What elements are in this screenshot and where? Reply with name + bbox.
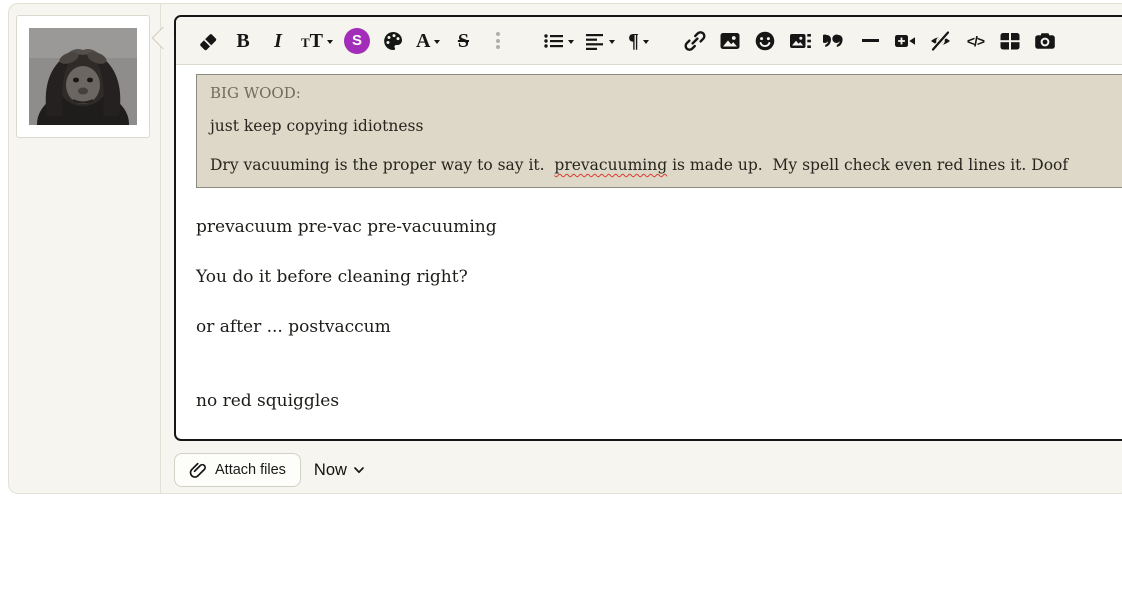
editor-content-area[interactable]: BIG WOOD: just keep copying idiotness Dr… [176, 65, 1122, 413]
pilcrow-glyph: ¶ [628, 31, 639, 51]
body-paragraph: prevacuum pre-vac pre-vacuuming [196, 216, 1122, 239]
attach-files-button[interactable]: Attach files [174, 453, 301, 487]
quote-text-line: Dry vacuuming is the proper way to say i… [210, 156, 1116, 174]
body-paragraph: or after ... postvaccum [196, 316, 1122, 339]
camera-icon [1034, 30, 1056, 52]
chevron-down-icon [327, 40, 333, 44]
insert-image-button[interactable] [718, 25, 742, 57]
attach-files-label: Attach files [215, 462, 286, 478]
chevron-down-icon [609, 40, 615, 44]
code-glyph: </> [967, 33, 984, 49]
chimpanzee-avatar-image [29, 28, 137, 125]
remove-formatting-button[interactable] [196, 25, 220, 57]
paperclip-icon [189, 461, 207, 479]
strikethrough-button[interactable]: S [451, 25, 475, 57]
chevron-down-icon [353, 464, 365, 476]
list-icon [543, 30, 564, 52]
quoted-message-block: BIG WOOD: just keep copying idiotness Dr… [196, 74, 1122, 188]
camera-button[interactable] [1033, 25, 1057, 57]
smiley-icon [754, 30, 776, 52]
chevron-down-icon [568, 40, 574, 44]
body-paragraph: You do it before cleaning right? [196, 266, 1122, 289]
bold-button[interactable]: B [231, 25, 255, 57]
body-paragraph: no red squiggles [196, 390, 1122, 413]
quote-button[interactable] [823, 25, 847, 57]
s-badge-icon: S [344, 28, 370, 54]
align-left-icon [585, 30, 605, 52]
more-options-button[interactable] [486, 25, 510, 57]
list-button[interactable] [543, 25, 574, 57]
italic-button[interactable]: I [266, 25, 290, 57]
text-size-big-glyph: T [310, 31, 323, 51]
quote-author: BIG WOOD: [210, 84, 1116, 102]
image-stack-icon [789, 30, 812, 52]
empty-paragraph [196, 366, 1122, 390]
emoji-button[interactable] [753, 25, 777, 57]
quote-text-segment: Dry vacuuming is the proper way to say i… [210, 156, 554, 174]
table-button[interactable] [998, 25, 1022, 57]
quote-text-segment: is made up. My spell check even red line… [667, 156, 1068, 174]
editor-toolbar: B I TT S [176, 17, 1122, 65]
insert-gallery-media-button[interactable] [788, 25, 812, 57]
code-button[interactable]: </> [963, 25, 987, 57]
s-style-button[interactable]: S [344, 25, 370, 57]
link-icon [684, 30, 706, 52]
page: B I TT S [0, 0, 1122, 600]
horizontal-rule-button[interactable] [858, 25, 882, 57]
palette-icon [382, 30, 404, 52]
quote-icon [823, 30, 847, 52]
quote-text-line: just keep copying idiotness [210, 117, 1116, 135]
dash-icon [862, 39, 879, 42]
font-family-glyph: A [416, 31, 430, 51]
avatar[interactable] [16, 15, 150, 138]
insert-video-button[interactable] [893, 25, 917, 57]
schedule-label: Now [314, 461, 347, 480]
bold-glyph: B [236, 31, 249, 51]
spoiler-button[interactable] [928, 25, 952, 57]
post-editor-panel: B I TT S [8, 3, 1122, 494]
insert-link-button[interactable] [683, 25, 707, 57]
text-color-button[interactable] [381, 25, 405, 57]
chevron-down-icon [434, 40, 440, 44]
table-icon [999, 30, 1021, 52]
avatar-column [9, 4, 161, 493]
text-size-small-glyph: T [301, 36, 310, 49]
text-size-button[interactable]: TT [301, 25, 333, 57]
vertical-dots-icon [496, 32, 500, 49]
font-family-button[interactable]: A [416, 25, 440, 57]
italic-glyph: I [274, 31, 282, 51]
eye-slash-icon [929, 30, 952, 52]
eraser-icon [197, 30, 219, 52]
video-plus-icon [894, 30, 916, 52]
strikethrough-glyph: S [458, 31, 469, 51]
editor-footer-bar: Attach files Now [174, 453, 365, 487]
schedule-dropdown[interactable]: Now [314, 461, 365, 480]
alignment-button[interactable] [585, 25, 615, 57]
paragraph-format-button[interactable]: ¶ [626, 25, 650, 57]
rich-text-editor: B I TT S [174, 15, 1122, 441]
image-icon [719, 30, 741, 52]
misspelled-word: prevacuuming [554, 156, 667, 174]
chevron-down-icon [643, 40, 649, 44]
